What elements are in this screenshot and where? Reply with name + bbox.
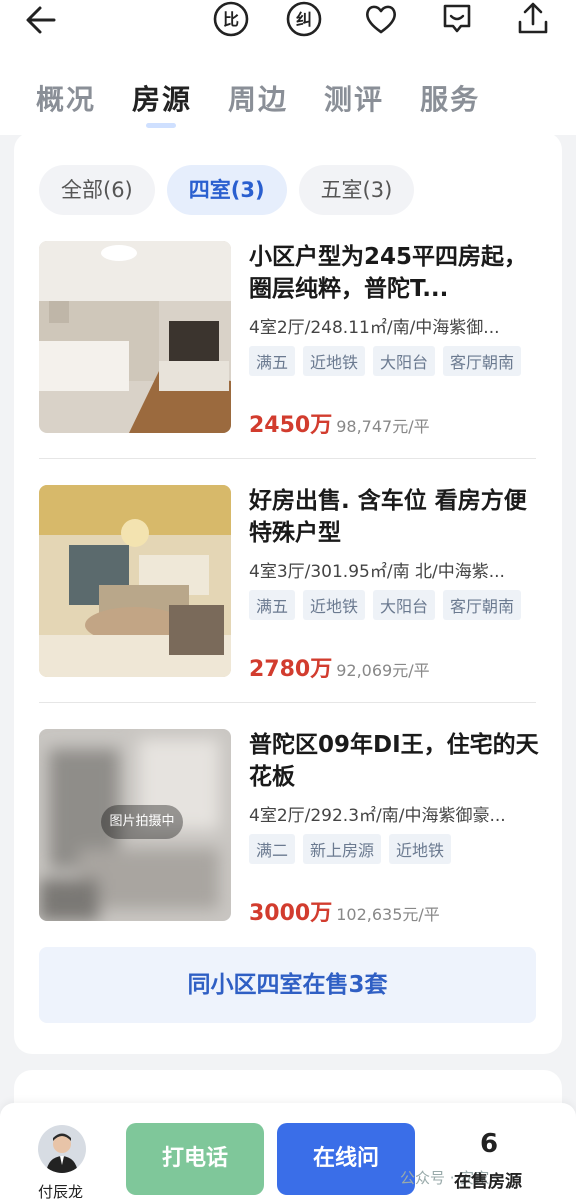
listing-count-label[interactable]: 在售房源 <box>454 1167 522 1192</box>
bottom-action-bar: 付辰龙 打电话 在线问 公众号 · 安家 6 在售房源 <box>0 1103 576 1199</box>
share-icon[interactable] <box>514 0 552 38</box>
divider <box>39 702 536 703</box>
listing-price: 2780万 <box>249 657 333 682</box>
listing-info: 好房出售. 含车位 看房方便 特殊户型 4室3厅/301.95㎡/南 北/中海紫… <box>249 485 539 620</box>
listing-tag: 客厅朝南 <box>443 346 522 376</box>
listing-photo <box>39 241 231 433</box>
listing-price: 3000万 <box>249 901 333 926</box>
back-arrow-icon[interactable] <box>22 2 62 38</box>
listing-unit-price: 92,069元/平 <box>336 661 430 680</box>
listing-unit-price: 98,747元/平 <box>336 417 430 436</box>
tab-service[interactable]: 服务 <box>420 78 480 118</box>
listing-info: 普陀区09年DI王，住宅的天花板 4室2厅/292.3㎡/南/中海紫御豪... … <box>249 729 539 864</box>
report-icon[interactable]: 纠 <box>285 0 323 38</box>
listing-tags: 满五 近地铁 大阳台 客厅朝南 <box>249 346 539 376</box>
tab-surroundings[interactable]: 周边 <box>228 78 288 118</box>
listing-meta: 4室3厅/301.95㎡/南 北/中海紫... <box>249 562 505 582</box>
listing-price-row: 2780万 92,069元/平 <box>249 651 430 683</box>
filter-four-room[interactable]: 四室(3) <box>166 165 287 215</box>
listing-item[interactable]: 好房出售. 含车位 看房方便 特殊户型 4室3厅/301.95㎡/南 北/中海紫… <box>39 485 539 682</box>
message-icon[interactable] <box>438 0 476 38</box>
listing-tag: 近地铁 <box>303 346 366 376</box>
listing-price-row: 3000万 102,635元/平 <box>249 895 440 927</box>
room-filter-chips: 全部(6) 四室(3) 五室(3) <box>39 165 415 215</box>
svg-text:纠: 纠 <box>296 10 312 29</box>
compare-icon[interactable]: 比 <box>212 0 250 38</box>
photo-pending-badge: 图片拍摄中 <box>101 805 183 839</box>
listing-item[interactable]: 小区户型为245平四房起，圈层纯粹，普陀T... 4室2厅/248.11㎡/南/… <box>39 241 539 438</box>
tab-overview[interactable]: 概况 <box>36 78 96 118</box>
listing-info: 小区户型为245平四房起，圈层纯粹，普陀T... 4室2厅/248.11㎡/南/… <box>249 241 539 376</box>
listing-tag: 近地铁 <box>303 590 366 620</box>
divider <box>39 458 536 459</box>
listing-title: 小区户型为245平四房起，圈层纯粹，普陀T... <box>249 244 528 302</box>
listing-photo <box>39 485 231 677</box>
listing-tags: 满二 新上房源 近地铁 <box>249 834 539 864</box>
listing-tag: 满五 <box>249 590 296 620</box>
listing-tag: 客厅朝南 <box>443 590 522 620</box>
agent-avatar[interactable] <box>38 1125 86 1173</box>
listing-unit-price: 102,635元/平 <box>336 905 440 924</box>
online-chat-button[interactable]: 在线问 <box>277 1123 415 1195</box>
listing-tag: 大阳台 <box>373 346 436 376</box>
call-button[interactable]: 打电话 <box>126 1123 264 1195</box>
listing-price: 2450万 <box>249 413 333 438</box>
listing-tag: 新上房源 <box>303 834 382 864</box>
listing-item[interactable]: 图片拍摄中 普陀区09年DI王，住宅的天花板 4室2厅/292.3㎡/南/中海紫… <box>39 729 539 926</box>
listings-card: 全部(6) 四室(3) 五室(3) 小区户型为245平四房起，圈层纯粹，普陀T.… <box>14 132 562 1054</box>
listing-tag: 满二 <box>249 834 296 864</box>
tab-listings[interactable]: 房源 <box>132 78 192 128</box>
top-bar: 比 纠 概况 房源 周边 测评 服务 <box>0 0 576 135</box>
filter-five-room[interactable]: 五室(3) <box>298 165 415 215</box>
listing-title: 普陀区09年DI王，住宅的天花板 <box>249 732 539 790</box>
svg-text:比: 比 <box>223 10 239 29</box>
section-tabs: 概况 房源 周边 测评 服务 <box>36 78 480 128</box>
listing-count[interactable]: 6 <box>480 1129 498 1159</box>
listing-tag: 满五 <box>249 346 296 376</box>
favorite-heart-icon[interactable] <box>362 0 400 38</box>
listing-meta: 4室2厅/292.3㎡/南/中海紫御豪... <box>249 806 506 826</box>
listing-meta: 4室2厅/248.11㎡/南/中海紫御... <box>249 318 500 338</box>
filter-all[interactable]: 全部(6) <box>39 165 155 215</box>
listing-tags: 满五 近地铁 大阳台 客厅朝南 <box>249 590 539 620</box>
more-same-community-button[interactable]: 同小区四室在售3套 <box>39 947 536 1023</box>
tab-review[interactable]: 测评 <box>324 78 384 118</box>
listing-price-row: 2450万 98,747元/平 <box>249 407 430 439</box>
listing-title: 好房出售. 含车位 看房方便 特殊户型 <box>249 488 527 546</box>
agent-name: 付辰龙 <box>38 1183 84 1199</box>
listing-tag: 大阳台 <box>373 590 436 620</box>
listing-tag: 近地铁 <box>389 834 452 864</box>
